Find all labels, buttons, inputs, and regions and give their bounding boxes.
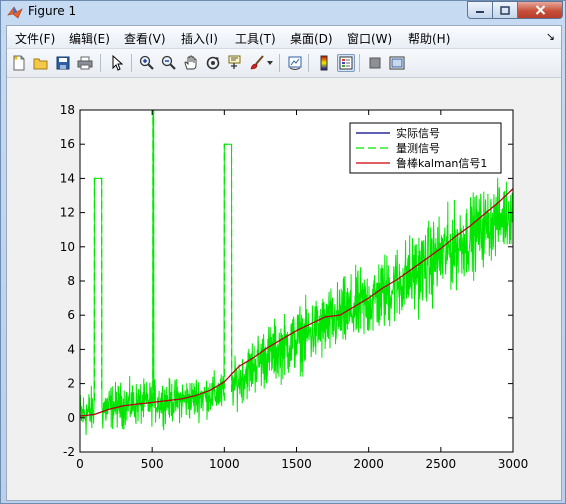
y-tick-label: 6 <box>67 308 75 322</box>
show-plot-tools-icon[interactable] <box>388 54 406 72</box>
maximize-button[interactable] <box>493 1 518 19</box>
menu-tools[interactable]: 工具(T) <box>235 30 276 47</box>
close-button[interactable] <box>518 1 563 19</box>
data-cursor-icon[interactable] <box>226 54 244 72</box>
hide-plot-tools-icon[interactable] <box>366 54 384 72</box>
window-title: Figure 1 <box>28 4 77 18</box>
rotate-3d-icon[interactable] <box>204 54 222 72</box>
figure-toolbar <box>7 49 561 78</box>
zoom-in-icon[interactable] <box>138 54 156 72</box>
menu-window[interactable]: 窗口(W) <box>347 30 392 47</box>
x-tick-label: 1500 <box>281 457 312 471</box>
x-tick-label: 2500 <box>426 457 457 471</box>
new-figure-icon[interactable] <box>10 54 28 72</box>
brush-dropdown-icon[interactable] <box>265 54 275 72</box>
legend-label-2: 鲁棒kalman信号1 <box>396 156 487 170</box>
y-tick-label: 0 <box>67 411 75 425</box>
save-icon[interactable] <box>54 54 72 72</box>
x-tick-label: 1000 <box>209 457 240 471</box>
maximize-icon <box>500 5 510 15</box>
menubar-dock-arrow-icon[interactable]: ↘ <box>546 30 555 43</box>
menu-view[interactable]: 查看(V) <box>124 30 166 47</box>
y-tick-label: 12 <box>60 206 75 220</box>
plot-svg[interactable]: 0 500 1000 1500 2000 2500 3000-202468101214161… <box>7 78 561 500</box>
x-tick-label: 0 <box>76 457 84 471</box>
zoom-out-icon[interactable] <box>160 54 178 72</box>
brush-icon[interactable] <box>248 54 266 72</box>
figure-client-area: 文件(F) 编辑(E) 查看(V) 插入(I) 工具(T) 桌面(D) 窗口(W… <box>6 25 562 501</box>
y-tick-label: 18 <box>60 103 75 117</box>
legend: 实际信号量测信号鲁棒kalman信号1 <box>349 122 502 174</box>
legend-icon[interactable] <box>337 54 355 72</box>
y-tick-label: 8 <box>67 274 75 288</box>
menu-edit[interactable]: 编辑(E) <box>69 30 110 47</box>
y-tick-label: -2 <box>63 445 75 459</box>
y-tick-label: 16 <box>60 137 75 151</box>
close-icon <box>535 5 545 15</box>
link-plot-icon[interactable] <box>286 54 304 72</box>
menu-bar: 文件(F) 编辑(E) 查看(V) 插入(I) 工具(T) 桌面(D) 窗口(W… <box>7 26 561 49</box>
figure-window: Figure 1 文件(F) 编辑(E) 查看(V) 插入(I) 工具(T) 桌… <box>0 0 566 504</box>
minimize-icon <box>476 11 484 13</box>
print-icon[interactable] <box>76 54 94 72</box>
menu-file[interactable]: 文件(F) <box>15 30 55 47</box>
x-tick-label: 500 <box>141 457 164 471</box>
x-tick-label: 3000 <box>498 457 529 471</box>
pan-hand-icon[interactable] <box>182 54 200 72</box>
menu-insert[interactable]: 插入(I) <box>181 30 218 47</box>
y-tick-label: 4 <box>67 342 75 356</box>
y-tick-label: 14 <box>60 171 75 185</box>
menu-help[interactable]: 帮助(H) <box>408 30 450 47</box>
menu-desktop[interactable]: 桌面(D) <box>290 30 333 47</box>
minimize-button[interactable] <box>467 1 493 19</box>
matlab-app-icon <box>7 6 23 19</box>
y-tick-label: 10 <box>60 240 75 254</box>
open-file-icon[interactable] <box>32 54 50 72</box>
pointer-icon[interactable] <box>108 54 126 72</box>
x-tick-label: 2000 <box>353 457 384 471</box>
legend-label-0: 实际信号 <box>396 126 440 140</box>
figure-canvas[interactable]: 0 500 1000 1500 2000 2500 3000 -2 0 2 4 6 8 10 12 14 16 1… <box>7 78 561 500</box>
title-bar[interactable]: Figure 1 <box>1 1 566 23</box>
colorbar-icon[interactable] <box>315 54 333 72</box>
y-tick-label: 2 <box>67 377 75 391</box>
legend-label-1: 量测信号 <box>396 142 440 155</box>
